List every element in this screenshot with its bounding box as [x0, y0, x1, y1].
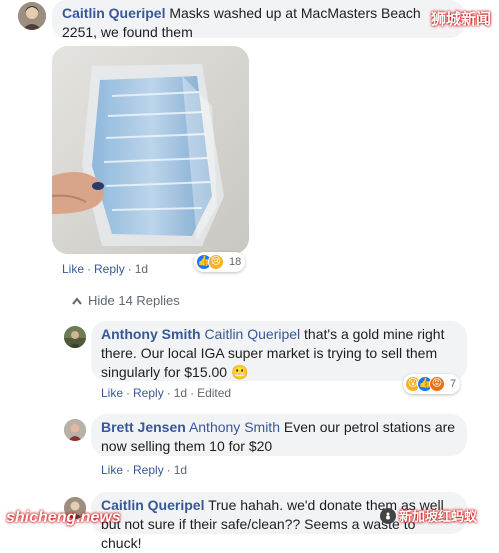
- like-link[interactable]: Like: [62, 262, 84, 276]
- avatar-caitlin[interactable]: [18, 2, 46, 30]
- timestamp[interactable]: 1d: [135, 262, 148, 276]
- reply-link[interactable]: Reply: [94, 262, 125, 276]
- watermark-bottom-left: shicheng.news: [6, 509, 121, 526]
- watermark-bottom-right: 新加坡红蚂蚁: [380, 506, 477, 525]
- timestamp[interactable]: 1d: [174, 463, 187, 477]
- reply-bubble-brett: Brett Jensen Anthony Smith Even our petr…: [91, 414, 467, 456]
- reaction-summary[interactable]: 😮 👍 😡 7: [403, 374, 461, 394]
- reply-bubble-anthony: Anthony Smith Caitlin Queripel that's a …: [91, 321, 467, 381]
- avatar-photo: [18, 2, 46, 30]
- reaction-summary[interactable]: 👍 😢 18: [194, 252, 246, 272]
- hide-replies-button[interactable]: Hide 14 Replies: [72, 293, 180, 308]
- reaction-count: 18: [229, 256, 242, 268]
- grimace-emoji: 😬: [230, 364, 249, 380]
- comment-actions: Like · Reply · 1d: [62, 262, 149, 276]
- avatar-brett[interactable]: [64, 419, 86, 441]
- avatar-photo: [64, 419, 86, 441]
- watermark-text: 新加坡红蚂蚁: [399, 509, 478, 524]
- reply-link[interactable]: Reply: [133, 463, 164, 477]
- hide-replies-label: Hide 14 Replies: [88, 293, 180, 308]
- reply-mention[interactable]: Caitlin Queripel: [204, 326, 300, 342]
- comment-author[interactable]: Caitlin Queripel: [62, 5, 165, 21]
- timestamp[interactable]: 1d: [174, 386, 187, 400]
- avatar-anthony[interactable]: [64, 326, 86, 348]
- mask-pack-photo: [52, 46, 249, 254]
- like-link[interactable]: Like: [101, 386, 123, 400]
- watermark-top: 狮城新闻: [430, 11, 491, 28]
- sad-reaction-icon: 😢: [208, 254, 224, 270]
- reply-link[interactable]: Reply: [133, 386, 164, 400]
- edited-label[interactable]: Edited: [197, 386, 231, 400]
- reply-author[interactable]: Brett Jensen: [101, 419, 186, 435]
- comment-bubble-main: Caitlin Queripel Masks washed up at MacM…: [52, 0, 464, 40]
- reply-actions: Like · Reply · 1d · Edited: [101, 386, 232, 400]
- like-link[interactable]: Like: [101, 463, 123, 477]
- angry-reaction-icon: 😡: [429, 376, 445, 392]
- reply-actions: Like · Reply · 1d: [101, 463, 188, 477]
- reaction-count: 7: [450, 378, 457, 390]
- chevron-up-icon: [72, 293, 82, 308]
- avatar-photo: [64, 326, 86, 348]
- reply-mention[interactable]: Anthony Smith: [189, 419, 280, 435]
- reply-author[interactable]: Anthony Smith: [101, 326, 201, 342]
- ant-logo-icon: [380, 507, 396, 524]
- comment-image[interactable]: [52, 46, 249, 254]
